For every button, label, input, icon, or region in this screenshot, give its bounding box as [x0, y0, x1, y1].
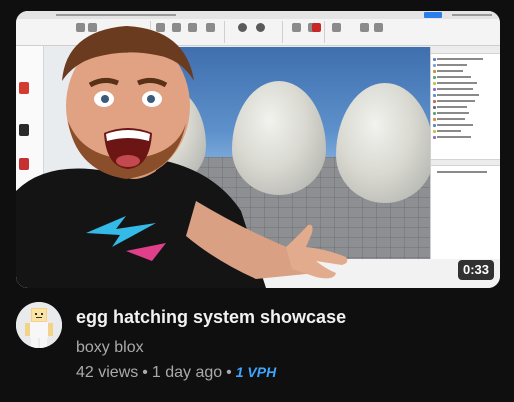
avatar-icon	[16, 302, 62, 348]
video-thumbnail[interactable]: 0:33	[16, 11, 500, 288]
channel-avatar[interactable]	[16, 302, 62, 348]
person-icon	[16, 26, 348, 288]
vph-badge: 1 VPH	[235, 364, 277, 380]
channel-name[interactable]: boxy blox	[76, 338, 144, 358]
view-count: 42 views	[76, 364, 139, 381]
duration-badge: 0:33	[457, 260, 494, 280]
separator-dot: •	[142, 364, 148, 381]
video-title[interactable]: egg hatching system showcase	[76, 306, 496, 328]
upload-age: 1 day ago	[151, 364, 223, 381]
video-card[interactable]: 0:33 egg hatching system showcase boxy b…	[0, 0, 514, 402]
video-metadata: 42 views • 1 day ago • 1 VPH	[76, 362, 276, 383]
studio-explorer-panel	[430, 47, 500, 259]
separator-dot: •	[226, 364, 232, 381]
